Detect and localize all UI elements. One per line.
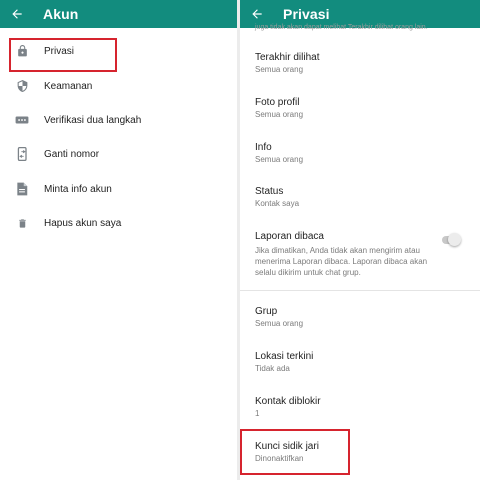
setting-title: Status — [255, 186, 284, 197]
setting-grup[interactable]: Grup Semua orang — [255, 306, 465, 329]
toggle-thumb — [448, 233, 461, 246]
setting-value: Kontak saya — [255, 199, 300, 208]
setting-title: Grup — [255, 306, 278, 317]
setting-kontak-diblokir[interactable]: Kontak diblokir 1 — [255, 396, 465, 419]
setting-value: Semua orang — [255, 65, 304, 74]
setting-value: Tidak ada — [255, 364, 290, 373]
app-bar: Akun — [0, 0, 237, 28]
trash-icon — [14, 215, 30, 231]
setting-title: Lokasi terkini — [255, 351, 314, 362]
setting-title: Kontak diblokir — [255, 396, 321, 407]
setting-value: Semua orang — [255, 319, 304, 328]
highlight-box-kunci-sidik-jari — [240, 429, 350, 475]
page-title: Privasi — [283, 6, 330, 22]
setting-terakhir-dilihat[interactable]: Terakhir dilihat Semua orang — [255, 52, 465, 75]
menu-item-label: Verifikasi dua langkah — [44, 114, 142, 126]
menu-item-label: Minta info akun — [44, 183, 112, 195]
menu-item-label: Ganti nomor — [44, 148, 100, 160]
shield-icon — [14, 78, 30, 94]
section-divider — [240, 290, 480, 291]
dots-icon — [14, 112, 30, 128]
akun-screen: Akun Privasi Keamanan Verifikasi dua lan… — [0, 0, 237, 480]
menu-item-hapus-akun[interactable]: Hapus akun saya — [0, 206, 237, 240]
setting-title: Info — [255, 142, 272, 153]
setting-status[interactable]: Status Kontak saya — [255, 186, 465, 209]
setting-info[interactable]: Info Semua orang — [255, 142, 465, 165]
phone-change-icon — [14, 146, 30, 162]
menu-item-label: Hapus akun saya — [44, 217, 122, 229]
setting-value: Semua orang — [255, 155, 304, 164]
menu-item-verifikasi[interactable]: Verifikasi dua langkah — [0, 103, 237, 137]
back-arrow-icon[interactable] — [249, 6, 265, 22]
page-title: Akun — [43, 6, 79, 22]
setting-title: Terakhir dilihat — [255, 52, 320, 63]
menu-item-ganti-nomor[interactable]: Ganti nomor — [0, 137, 237, 171]
truncated-description: juga tidak akan dapat melihat Terakhir d… — [255, 24, 428, 31]
laporan-dibaca-toggle[interactable] — [439, 233, 461, 247]
document-icon — [14, 181, 30, 197]
highlight-box-privasi — [9, 38, 117, 72]
setting-foto-profil[interactable]: Foto profil Semua orang — [255, 97, 465, 120]
back-arrow-icon[interactable] — [9, 6, 25, 22]
menu-item-label: Keamanan — [44, 80, 93, 92]
menu-item-minta-info[interactable]: Minta info akun — [0, 172, 237, 206]
setting-title: Laporan dibaca — [255, 231, 324, 242]
setting-title: Foto profil — [255, 97, 300, 108]
setting-value: Semua orang — [255, 110, 304, 119]
menu-item-keamanan[interactable]: Keamanan — [0, 69, 237, 103]
setting-lokasi-terkini[interactable]: Lokasi terkini Tidak ada — [255, 351, 465, 374]
setting-laporan-dibaca[interactable]: Laporan dibaca Jika dimatikan, Anda tida… — [255, 231, 465, 278]
setting-value: 1 — [255, 409, 260, 418]
setting-description: Jika dimatikan, Anda tidak akan mengirim… — [255, 246, 428, 277]
